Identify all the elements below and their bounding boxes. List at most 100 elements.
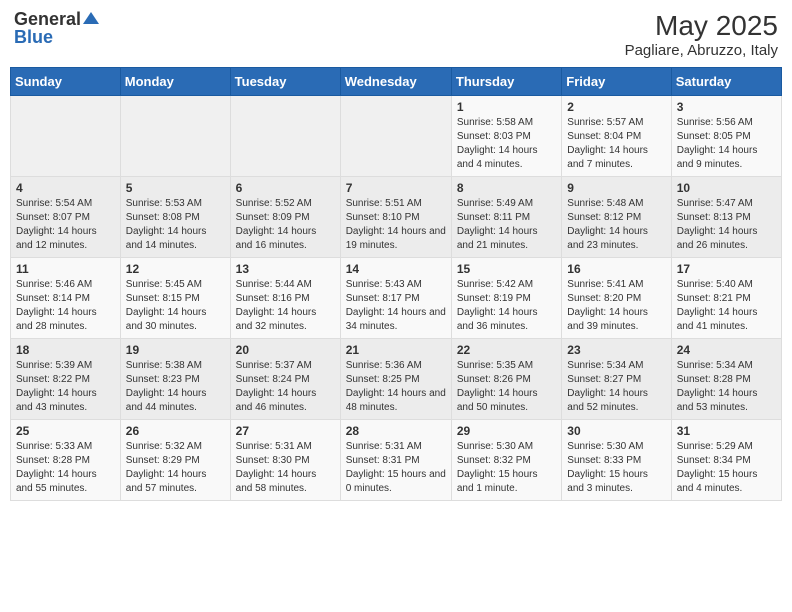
day-header-sunday: Sunday [11,68,121,96]
calendar-cell: 23 Sunrise: 5:34 AM Sunset: 8:27 PM Dayli… [562,339,671,420]
day-number: 15 [457,262,556,276]
calendar-cell: 4Sunrise: 5:54 AM Sunset: 8:07 PM Daylig… [11,177,121,258]
calendar-cell: 27 Sunrise: 5:31 AM Sunset: 8:30 PM Dayli… [230,420,340,501]
day-number: 7 [346,181,446,195]
day-number: 5 [126,181,225,195]
day-header-tuesday: Tuesday [230,68,340,96]
calendar-cell: 17 Sunrise: 5:40 AM Sunset: 8:21 PM Dayli… [671,258,781,339]
day-detail: Sunrise: 5:30 AM Sunset: 8:33 PM Dayligh… [567,440,665,496]
calendar-cell: 7 Sunrise: 5:51 AM Sunset: 8:10 PM Daylig… [340,177,451,258]
day-header-wednesday: Wednesday [340,68,451,96]
day-number: 25 [16,424,115,438]
calendar-cell: 12 Sunrise: 5:45 AM Sunset: 8:15 PM Dayli… [120,258,230,339]
day-number: 18 [16,343,115,357]
calendar-cell: 1 Sunrise: 5:58 AM Sunset: 8:03 PM Daylig… [451,96,561,177]
calendar-cell: 25 Sunrise: 5:33 AM Sunset: 8:28 PM Dayli… [11,420,121,501]
day-number: 13 [236,262,335,276]
calendar-cell: 5 Sunrise: 5:53 AM Sunset: 8:08 PM Daylig… [120,177,230,258]
day-number: 31 [677,424,776,438]
day-number: 2 [567,100,665,114]
calendar-cell [11,96,121,177]
day-detail: Sunrise: 5:51 AM Sunset: 8:10 PM Dayligh… [346,197,446,253]
day-detail: Sunrise: 5:42 AM Sunset: 8:19 PM Dayligh… [457,278,556,334]
day-detail: Sunrise: 5:31 AM Sunset: 8:30 PM Dayligh… [236,440,335,496]
day-detail: Sunrise: 5:37 AM Sunset: 8:24 PM Dayligh… [236,359,335,415]
day-detail: Sunrise: 5:56 AM Sunset: 8:05 PM Dayligh… [677,116,776,172]
day-number: 6 [236,181,335,195]
day-number: 17 [677,262,776,276]
calendar-cell: 11Sunrise: 5:46 AM Sunset: 8:14 PM Dayli… [11,258,121,339]
day-detail: Sunrise: 5:41 AM Sunset: 8:20 PM Dayligh… [567,278,665,334]
day-number: 19 [126,343,225,357]
title-area: May 2025 Pagliare, Abruzzo, Italy [625,10,778,59]
calendar-cell [120,96,230,177]
calendar-cell: 22 Sunrise: 5:35 AM Sunset: 8:26 PM Dayli… [451,339,561,420]
day-number: 26 [126,424,225,438]
calendar-cell: 30 Sunrise: 5:30 AM Sunset: 8:33 PM Dayli… [562,420,671,501]
day-detail: Sunrise: 5:58 AM Sunset: 8:03 PM Dayligh… [457,116,556,172]
day-detail: Sunrise: 5:49 AM Sunset: 8:11 PM Dayligh… [457,197,556,253]
day-header-saturday: Saturday [671,68,781,96]
day-detail: Sunrise: 5:34 AM Sunset: 8:27 PM Dayligh… [567,359,665,415]
calendar-cell [340,96,451,177]
day-number: 30 [567,424,665,438]
calendar-cell: 9 Sunrise: 5:48 AM Sunset: 8:12 PM Daylig… [562,177,671,258]
day-number: 10 [677,181,776,195]
day-detail: Sunrise: 5:44 AM Sunset: 8:16 PM Dayligh… [236,278,335,334]
calendar-cell: 19 Sunrise: 5:38 AM Sunset: 8:23 PM Dayli… [120,339,230,420]
day-number: 12 [126,262,225,276]
day-number: 21 [346,343,446,357]
calendar-cell: 10Sunrise: 5:47 AM Sunset: 8:13 PM Dayli… [671,177,781,258]
day-number: 23 [567,343,665,357]
calendar-cell: 29Sunrise: 5:30 AM Sunset: 8:32 PM Dayli… [451,420,561,501]
week-row-1: 1 Sunrise: 5:58 AM Sunset: 8:03 PM Daylig… [11,96,782,177]
day-detail: Sunrise: 5:40 AM Sunset: 8:21 PM Dayligh… [677,278,776,334]
calendar-cell: 26 Sunrise: 5:32 AM Sunset: 8:29 PM Dayli… [120,420,230,501]
day-detail: Sunrise: 5:31 AM Sunset: 8:31 PM Dayligh… [346,440,446,496]
calendar-cell: 24 Sunrise: 5:34 AM Sunset: 8:28 PM Dayli… [671,339,781,420]
day-number: 27 [236,424,335,438]
day-number: 3 [677,100,776,114]
location-title: Pagliare, Abruzzo, Italy [625,42,778,59]
day-number: 24 [677,343,776,357]
day-detail: Sunrise: 5:34 AM Sunset: 8:28 PM Dayligh… [677,359,776,415]
week-row-5: 25 Sunrise: 5:33 AM Sunset: 8:28 PM Dayli… [11,420,782,501]
day-detail: Sunrise: 5:53 AM Sunset: 8:08 PM Dayligh… [126,197,225,253]
day-detail: Sunrise: 5:45 AM Sunset: 8:15 PM Dayligh… [126,278,225,334]
week-row-3: 11Sunrise: 5:46 AM Sunset: 8:14 PM Dayli… [11,258,782,339]
calendar-cell: 6 Sunrise: 5:52 AM Sunset: 8:09 PM Daylig… [230,177,340,258]
day-detail: Sunrise: 5:29 AM Sunset: 8:34 PM Dayligh… [677,440,776,496]
page-header: General Blue May 2025 Pagliare, Abruzzo,… [10,10,782,59]
calendar-cell: 2 Sunrise: 5:57 AM Sunset: 8:04 PM Daylig… [562,96,671,177]
day-number: 1 [457,100,556,114]
calendar-cell: 20 Sunrise: 5:37 AM Sunset: 8:24 PM Dayli… [230,339,340,420]
day-detail: Sunrise: 5:39 AM Sunset: 8:22 PM Dayligh… [16,359,115,415]
calendar-cell: 21 Sunrise: 5:36 AM Sunset: 8:25 PM Dayli… [340,339,451,420]
day-number: 22 [457,343,556,357]
day-number: 28 [346,424,446,438]
calendar-cell: 8 Sunrise: 5:49 AM Sunset: 8:11 PM Daylig… [451,177,561,258]
day-detail: Sunrise: 5:33 AM Sunset: 8:28 PM Dayligh… [16,440,115,496]
day-detail: Sunrise: 5:36 AM Sunset: 8:25 PM Dayligh… [346,359,446,415]
day-number: 8 [457,181,556,195]
calendar-cell: 28 Sunrise: 5:31 AM Sunset: 8:31 PM Dayli… [340,420,451,501]
day-number: 29 [457,424,556,438]
day-detail: Sunrise: 5:48 AM Sunset: 8:12 PM Dayligh… [567,197,665,253]
calendar-cell: 14Sunrise: 5:43 AM Sunset: 8:17 PM Dayli… [340,258,451,339]
day-detail: Sunrise: 5:38 AM Sunset: 8:23 PM Dayligh… [126,359,225,415]
day-number: 20 [236,343,335,357]
calendar-header-row: SundayMondayTuesdayWednesdayThursdayFrid… [11,68,782,96]
day-detail: Sunrise: 5:52 AM Sunset: 8:09 PM Dayligh… [236,197,335,253]
day-number: 16 [567,262,665,276]
day-detail: Sunrise: 5:32 AM Sunset: 8:29 PM Dayligh… [126,440,225,496]
day-number: 9 [567,181,665,195]
logo-triangle-icon [83,10,99,26]
day-detail: Sunrise: 5:57 AM Sunset: 8:04 PM Dayligh… [567,116,665,172]
calendar-cell: 16 Sunrise: 5:41 AM Sunset: 8:20 PM Dayli… [562,258,671,339]
calendar-cell: 31 Sunrise: 5:29 AM Sunset: 8:34 PM Dayli… [671,420,781,501]
calendar-body: 1 Sunrise: 5:58 AM Sunset: 8:03 PM Daylig… [11,96,782,501]
day-detail: Sunrise: 5:35 AM Sunset: 8:26 PM Dayligh… [457,359,556,415]
calendar-cell: 13 Sunrise: 5:44 AM Sunset: 8:16 PM Dayli… [230,258,340,339]
logo: General Blue [14,10,99,47]
month-title: May 2025 [625,10,778,42]
